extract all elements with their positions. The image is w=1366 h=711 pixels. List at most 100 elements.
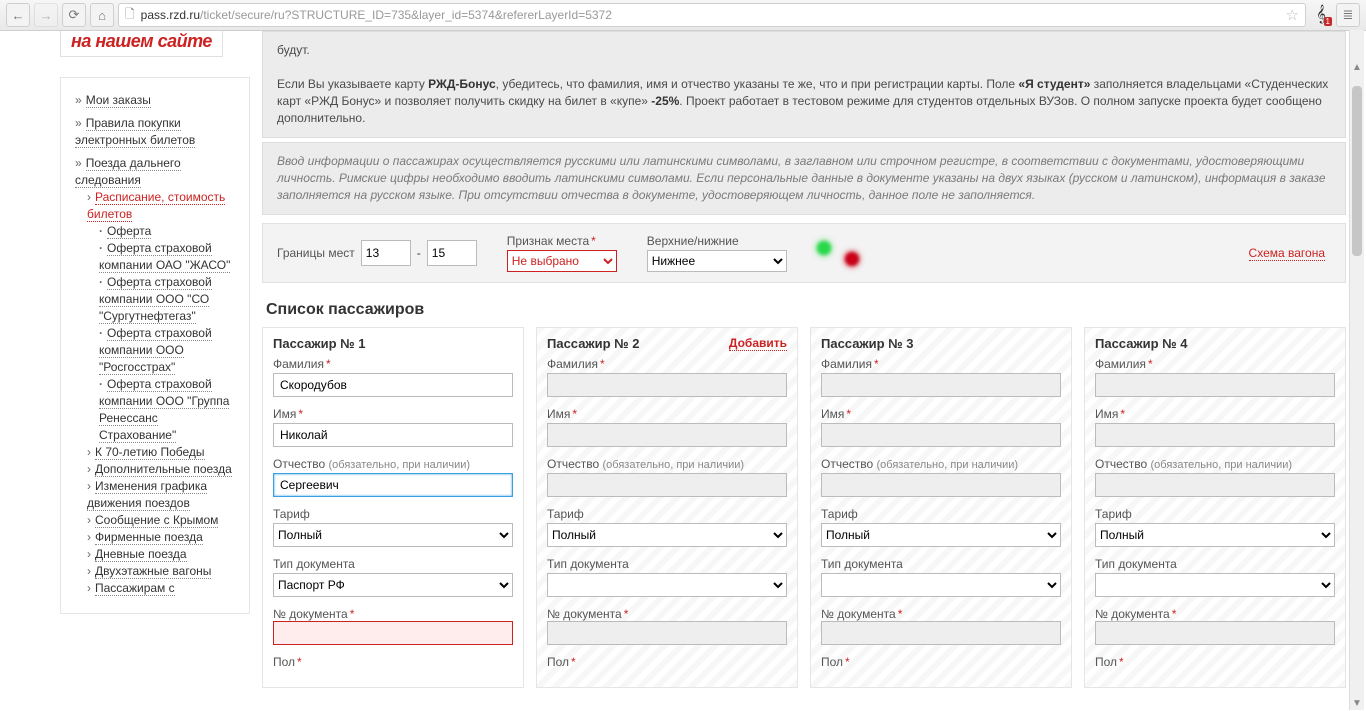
surname-input[interactable]	[273, 373, 513, 397]
doc-num-input[interactable]	[1095, 621, 1335, 645]
doc-type-select[interactable]	[547, 573, 787, 597]
sidebar-item[interactable]: Оферта страховой компании ООО "Группа Ре…	[99, 376, 235, 444]
sidebar-item[interactable]: Поезда дальнего следованияРасписание, ст…	[75, 155, 235, 597]
availability-indicator	[817, 240, 859, 266]
seat-deck-select[interactable]: Нижнее	[647, 250, 787, 272]
name-label: Имя	[1095, 407, 1335, 421]
doc-num-input[interactable]	[821, 621, 1061, 645]
extension-badge: 1	[1324, 17, 1332, 26]
passenger-title: Пассажир № 1	[273, 336, 366, 351]
patronymic-input[interactable]	[1095, 473, 1335, 497]
tariff-select[interactable]: Полный	[273, 523, 513, 547]
sidebar-item[interactable]: Правила покупки электронных билетов	[75, 115, 235, 149]
sidebar-link[interactable]: Фирменные поезда	[95, 530, 203, 545]
sidebar-item[interactable]: Оферта страховой компании ООО "Росгосстр…	[99, 325, 235, 376]
sidebar-item[interactable]: Мои заказы	[75, 92, 235, 109]
sidebar-link[interactable]: Сообщение с Крымом	[95, 513, 218, 528]
sidebar-link[interactable]: Двухэтажные вагоны	[95, 564, 211, 579]
patronymic-input[interactable]	[821, 473, 1061, 497]
info-panel-input-hint: Ввод информации о пассажирах осуществляе…	[262, 142, 1346, 215]
gender-label: Пол	[547, 655, 787, 669]
nav-home-button[interactable]: ⌂	[90, 3, 114, 27]
sidebar-item[interactable]: Фирменные поезда	[87, 529, 235, 546]
passenger-column: Пассажир № 1ФамилияИмяОтчество (обязател…	[262, 327, 524, 688]
nav-forward-button[interactable]: →	[34, 3, 58, 27]
sidebar-link[interactable]: Оферта	[107, 224, 151, 239]
passenger-section-title: Список пассажиров	[266, 301, 1346, 319]
sidebar-link[interactable]: Изменения графика движения поездов	[87, 479, 207, 511]
extension-icon[interactable]: 𝄞 1	[1310, 4, 1332, 26]
doc-type-select[interactable]	[1095, 573, 1335, 597]
bookmark-star-icon[interactable]: ☆	[1286, 6, 1299, 24]
main-content: будут. Если Вы указываете карту РЖД-Бону…	[262, 31, 1366, 711]
info-text: будут.	[277, 42, 1331, 59]
patronymic-input[interactable]	[547, 473, 787, 497]
scroll-up-icon[interactable]: ▲	[1350, 60, 1364, 74]
url-bar[interactable]: 🗋 pass.rzd.ru/ticket/secure/ru?STRUCTURE…	[118, 3, 1306, 27]
patronymic-label: Отчество (обязательно, при наличии)	[1095, 457, 1335, 471]
scroll-down-icon[interactable]: ▼	[1350, 696, 1364, 710]
sidebar-link[interactable]: К 70-летию Победы	[95, 445, 205, 460]
sidebar-link[interactable]: Мои заказы	[86, 93, 151, 108]
surname-input[interactable]	[547, 373, 787, 397]
sidebar-item[interactable]: К 70-летию Победы	[87, 444, 235, 461]
sidebar-link[interactable]: Оферта страховой компании ООО "Группа Ре…	[99, 377, 229, 443]
sidebar-item[interactable]: Дополнительные поезда	[87, 461, 235, 478]
tariff-label: Тариф	[273, 507, 513, 521]
sidebar-item[interactable]: Двухэтажные вагоны	[87, 563, 235, 580]
surname-input[interactable]	[821, 373, 1061, 397]
sidebar-link[interactable]: Дневные поезда	[95, 547, 187, 562]
tariff-select[interactable]: Полный	[547, 523, 787, 547]
sidebar-item[interactable]: Оферта страховой компании ООО "СО "Сургу…	[99, 274, 235, 325]
sidebar-item[interactable]: Расписание, стоимость билетов Оферта Оферт…	[87, 189, 235, 444]
browser-toolbar: ← → ⟳ ⌂ 🗋 pass.rzd.ru/ticket/secure/ru?S…	[0, 0, 1366, 31]
sidebar-item[interactable]: Изменения графика движения поездов	[87, 478, 235, 512]
sidebar-link[interactable]: Пассажирам с	[95, 581, 175, 596]
sidebar-link[interactable]: Расписание, стоимость билетов	[87, 190, 225, 222]
seat-from-input[interactable]	[361, 240, 411, 266]
doc-num-input[interactable]	[273, 621, 513, 645]
sidebar-link[interactable]: Оферта страховой компании ООО "СО "Сургу…	[99, 275, 212, 324]
doc-num-label: № документа	[273, 607, 354, 622]
site-logo-fragment: на нашем сайте	[60, 31, 223, 57]
browser-menu-button[interactable]: ≣	[1336, 3, 1360, 27]
sidebar-link[interactable]: Оферта страховой компании ООО "Росгосстр…	[99, 326, 212, 375]
sidebar-item[interactable]: Оферта страховой компании ОАО "ЖАСО"	[99, 240, 235, 274]
patronymic-label: Отчество (обязательно, при наличии)	[273, 457, 513, 471]
name-input[interactable]	[273, 423, 513, 447]
name-input[interactable]	[547, 423, 787, 447]
patronymic-label: Отчество (обязательно, при наличии)	[547, 457, 787, 471]
surname-input[interactable]	[1095, 373, 1335, 397]
page-icon: 🗋	[125, 5, 135, 26]
doc-type-select[interactable]: Паспорт РФ	[273, 573, 513, 597]
sidebar-link[interactable]: Оферта страховой компании ОАО "ЖАСО"	[99, 241, 230, 273]
name-label: Имя	[547, 407, 787, 421]
seat-to-input[interactable]	[427, 240, 477, 266]
name-input[interactable]	[821, 423, 1061, 447]
add-passenger-link[interactable]: Добавить	[729, 336, 787, 351]
sidebar-item[interactable]: Дневные поезда	[87, 546, 235, 563]
passenger-column: Пассажир № 2ДобавитьФамилияИмяОтчество (…	[536, 327, 798, 688]
tariff-select[interactable]: Полный	[821, 523, 1061, 547]
sidebar-item[interactable]: Сообщение с Крымом	[87, 512, 235, 529]
patronymic-input[interactable]	[273, 473, 513, 497]
nav-reload-button[interactable]: ⟳	[62, 3, 86, 27]
scroll-thumb[interactable]	[1352, 86, 1362, 256]
wagon-scheme-link[interactable]: Схема вагона	[1249, 246, 1325, 261]
patronymic-label: Отчество (обязательно, при наличии)	[821, 457, 1061, 471]
vertical-scrollbar[interactable]: ▲ ▼	[1349, 30, 1364, 710]
sidebar-link[interactable]: Правила покупки электронных билетов	[75, 116, 195, 148]
name-input[interactable]	[1095, 423, 1335, 447]
sidebar-link[interactable]: Поезда дальнего следования	[75, 156, 181, 188]
sidebar-item[interactable]: Оферта	[99, 223, 235, 240]
doc-type-select[interactable]	[821, 573, 1061, 597]
doc-num-input[interactable]	[547, 621, 787, 645]
surname-label: Фамилия	[821, 357, 1061, 371]
sidebar-link[interactable]: Дополнительные поезда	[95, 462, 232, 477]
gender-label: Пол	[1095, 655, 1335, 669]
tariff-select[interactable]: Полный	[1095, 523, 1335, 547]
surname-label: Фамилия	[273, 357, 513, 371]
nav-back-button[interactable]: ←	[6, 3, 30, 27]
sidebar-item[interactable]: Пассажирам с	[87, 580, 235, 597]
seat-attr-select[interactable]: Не выбрано	[507, 250, 617, 272]
